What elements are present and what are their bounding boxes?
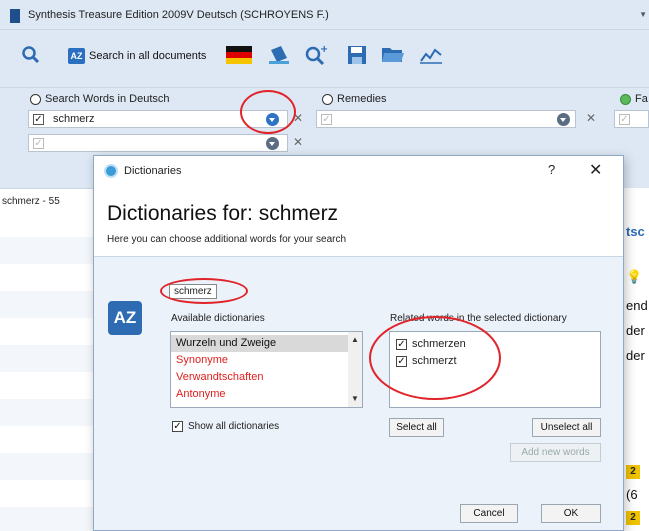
dictionary-az-icon: AZ bbox=[108, 301, 142, 335]
zoom-add-icon[interactable]: + bbox=[300, 42, 330, 68]
show-all-check-icon[interactable]: ✓ bbox=[172, 421, 183, 432]
detail-line: der bbox=[626, 323, 645, 338]
show-all-dictionaries-checkbox[interactable]: ✓ Show all dictionaries bbox=[172, 421, 279, 432]
third-field[interactable]: ✓ bbox=[614, 110, 649, 128]
dictionary-dropdown-button[interactable] bbox=[266, 113, 279, 126]
window-title: Synthesis Treasure Edition 2009V Deutsch… bbox=[28, 9, 329, 21]
search-words-header: Search Words in Deutsch bbox=[30, 93, 170, 105]
info-icon bbox=[30, 93, 41, 105]
search-word-value: schmerz bbox=[53, 113, 95, 125]
add-new-words-button[interactable]: Add new words bbox=[510, 443, 601, 462]
search-in-all-documents-button[interactable]: AZ Search in all documents bbox=[68, 48, 206, 64]
chart-icon[interactable] bbox=[416, 42, 446, 68]
detail-heading: tsc bbox=[626, 224, 645, 239]
dictionaries-dialog: Dictionaries ? ✕ Dictionaries for: schme… bbox=[93, 155, 624, 531]
remedy-bottle-icon[interactable] bbox=[264, 42, 294, 68]
third-checkbox[interactable]: ✓ bbox=[619, 114, 630, 125]
toolbar: AZ Search in all documents + bbox=[0, 30, 649, 88]
info-icon bbox=[620, 93, 631, 105]
grade-badge: 2 bbox=[626, 465, 640, 479]
results-header: schmerz - 55 bbox=[2, 196, 60, 207]
related-word-item[interactable]: ✓ schmerzen bbox=[396, 338, 466, 350]
info-icon bbox=[322, 93, 333, 105]
dictionary-list-scrollbar[interactable]: ▲ ▼ bbox=[348, 332, 362, 407]
remedies-header: Remedies bbox=[322, 93, 387, 105]
svg-text:+: + bbox=[320, 44, 327, 55]
remedy-dropdown-button[interactable] bbox=[557, 113, 570, 126]
search-word-chip[interactable]: schmerz bbox=[169, 284, 217, 299]
dictionary-item[interactable]: Antonyme bbox=[171, 386, 349, 403]
search-icon[interactable] bbox=[16, 42, 46, 68]
related-word-checkbox[interactable]: ✓ bbox=[396, 338, 407, 350]
select-all-button[interactable]: Select all bbox=[389, 418, 444, 437]
dialog-heading: Dictionaries for: schmerz bbox=[107, 202, 339, 225]
clear-word-icon-2[interactable]: ✕ bbox=[293, 135, 303, 149]
lightbulb-icon: 💡 bbox=[626, 269, 643, 284]
related-word-checkbox[interactable]: ✓ bbox=[396, 355, 407, 367]
result-row-stripe bbox=[0, 453, 95, 480]
search-word-field[interactable]: ✓ schmerz bbox=[28, 110, 288, 128]
titlebar-menu-icon[interactable]: ▼ bbox=[639, 10, 647, 19]
dictionary-item[interactable]: Verwandtschaften bbox=[171, 369, 349, 386]
dictionary-list[interactable]: Wurzeln und Zweige Synonyme Verwandtscha… bbox=[170, 331, 363, 408]
help-button[interactable]: ? bbox=[548, 162, 555, 177]
window-titlebar: Synthesis Treasure Edition 2009V Deutsch… bbox=[0, 0, 649, 30]
ok-button[interactable]: OK bbox=[541, 504, 601, 523]
scroll-up-icon[interactable]: ▲ bbox=[351, 335, 359, 344]
dictionary-item[interactable]: Synonyme bbox=[171, 352, 349, 369]
remedy-field[interactable]: ✓ bbox=[316, 110, 576, 128]
result-row-stripe bbox=[0, 507, 95, 531]
available-dictionaries-label: Available dictionaries bbox=[171, 313, 265, 324]
detail-line: (6 bbox=[626, 487, 638, 502]
close-button[interactable]: ✕ bbox=[589, 160, 602, 180]
results-detail: tsc 💡 end der der 2 (6 2 bbox=[624, 188, 649, 531]
dropdown-button-2[interactable] bbox=[266, 137, 279, 150]
result-row-stripe bbox=[0, 237, 95, 264]
search-word-checkbox[interactable]: ✓ bbox=[33, 114, 44, 125]
search-word-field-2[interactable]: ✓ bbox=[28, 134, 288, 152]
result-row-stripe bbox=[0, 291, 95, 318]
results-list: schmerz - 55 bbox=[0, 188, 95, 531]
result-row-stripe bbox=[0, 399, 95, 426]
related-word-item[interactable]: ✓ schmerzt bbox=[396, 355, 457, 367]
third-column-header: Fa bbox=[620, 93, 648, 105]
unselect-all-button[interactable]: Unselect all bbox=[532, 418, 601, 437]
grade-badge: 2 bbox=[626, 511, 640, 525]
remedy-checkbox[interactable]: ✓ bbox=[321, 114, 332, 125]
cancel-button[interactable]: Cancel bbox=[460, 504, 518, 523]
dialog-header: Dictionaries for: schmerz Here you can c… bbox=[94, 186, 623, 256]
dialog-subheading: Here you can choose additional words for… bbox=[107, 234, 347, 245]
detail-line: der bbox=[626, 348, 645, 363]
related-words-label: Related words in the selected dictionary bbox=[390, 313, 567, 324]
app-icon bbox=[10, 9, 20, 23]
related-words-list: ✓ schmerzen ✓ schmerzt bbox=[389, 331, 601, 408]
detail-line: end bbox=[626, 298, 648, 313]
dictionary-item[interactable]: Wurzeln und Zweige bbox=[171, 335, 349, 352]
az-icon: AZ bbox=[68, 48, 85, 64]
clear-word-icon[interactable]: ✕ bbox=[293, 111, 303, 125]
german-flag-icon[interactable] bbox=[224, 42, 254, 68]
scroll-down-icon[interactable]: ▼ bbox=[351, 394, 359, 403]
clear-remedy-icon[interactable]: ✕ bbox=[586, 111, 596, 125]
dialog-titlebar: Dictionaries ? ✕ bbox=[94, 156, 623, 186]
result-row-stripe bbox=[0, 345, 95, 372]
folder-open-icon[interactable] bbox=[378, 42, 408, 68]
dialog-app-icon bbox=[104, 164, 118, 178]
dialog-window-title: Dictionaries bbox=[124, 165, 182, 177]
save-icon[interactable] bbox=[342, 42, 372, 68]
checkbox-empty[interactable]: ✓ bbox=[33, 138, 44, 149]
